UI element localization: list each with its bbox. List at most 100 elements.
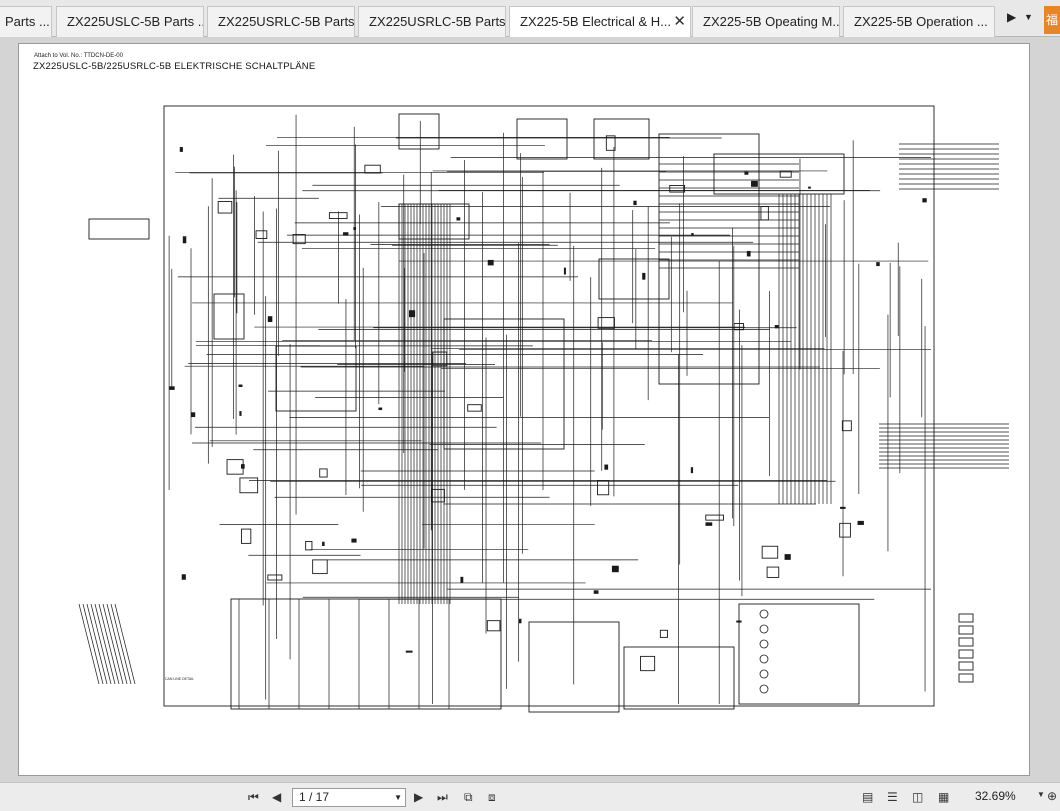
relay-cluster (275, 345, 357, 412)
component (808, 186, 811, 189)
continuous-page-icon[interactable]: ☰ (887, 788, 898, 806)
facing-page-icon[interactable]: ◫ (912, 788, 923, 806)
connector-block-left (230, 598, 502, 710)
plug-connector (958, 625, 974, 635)
sw-box-2 (593, 118, 650, 160)
tab-label: ZX225USRLC-5B Parts... (218, 14, 355, 29)
tab-list-icon[interactable]: ▼ (1024, 12, 1033, 22)
component (241, 464, 245, 469)
tab-label: ZX225-5B Electrical & H... (520, 14, 671, 29)
component (460, 576, 464, 583)
component (593, 590, 599, 594)
tab-label: ZX225USRLC-5B Parts... (369, 14, 506, 29)
component (408, 310, 416, 318)
component-box (241, 528, 252, 544)
component-box (267, 574, 283, 581)
round-connector (759, 639, 769, 649)
component-box (705, 514, 724, 521)
component (774, 325, 779, 329)
component (784, 554, 791, 560)
component (751, 180, 758, 187)
close-icon[interactable]: ✕ (673, 7, 686, 37)
single-page-icon[interactable]: ▤ (862, 788, 873, 806)
prev-page-icon[interactable]: ◀ (272, 788, 281, 806)
component (267, 316, 273, 323)
tab-zx225usrlc-parts-2[interactable]: ZX225USRLC-5B Parts... (358, 6, 506, 37)
tab-label: ZX225-5B Opeating M... (703, 14, 840, 29)
next-page-icon[interactable]: ▶ (414, 788, 423, 806)
component (744, 171, 749, 175)
bus-label: CAN LINE DETAIL (165, 677, 194, 681)
document-viewport[interactable]: Attach to Vol. No.: TTDCN-DE-00 ZX225USL… (0, 37, 1060, 782)
tab-bar: Parts ... ZX225USLC-5B Parts ... ZX225US… (0, 0, 1060, 38)
component-box (597, 480, 610, 496)
component (191, 412, 196, 418)
page-number-input[interactable]: 1 / 17 ▼ (292, 788, 406, 807)
main-harness-junction (443, 318, 565, 450)
horn-box (213, 293, 245, 340)
tab-opeating-manual[interactable]: ZX225-5B Opeating M... (692, 6, 840, 37)
tab-next-icon[interactable]: ▶ (1007, 10, 1016, 24)
component (343, 232, 349, 236)
zoom-dropdown-icon[interactable]: ▼ (1037, 790, 1045, 799)
schematic-frame (163, 105, 935, 707)
component-box (761, 545, 779, 559)
last-page-icon[interactable]: ⏭ (437, 788, 448, 806)
component (378, 407, 383, 411)
component-box (467, 404, 482, 412)
sw-box-1 (516, 118, 568, 160)
component (876, 262, 880, 267)
component (405, 650, 413, 653)
zoom-level[interactable]: 32.69% (975, 789, 1016, 803)
component (518, 618, 522, 624)
wire-bundle (78, 603, 100, 685)
page-number-value: 1 / 17 (299, 790, 330, 804)
connector-block-right (738, 603, 860, 705)
component-box (328, 212, 348, 219)
component-box (239, 477, 259, 494)
component (604, 464, 609, 470)
switch-panel (398, 203, 470, 240)
plug-connector (958, 649, 974, 659)
small-relay-box (598, 258, 670, 300)
component (351, 538, 357, 543)
pdf-page: Attach to Vol. No.: TTDCN-DE-00 ZX225USL… (18, 43, 1030, 776)
component (857, 520, 864, 525)
zoom-icon[interactable]: ⊕ (1047, 789, 1057, 803)
component (563, 267, 566, 275)
tab-operation[interactable]: ZX225-5B Operation ... (843, 6, 995, 37)
wiring-schematic: CAN LINE DETAIL (78, 105, 1009, 713)
chevron-down-icon[interactable]: ▼ (394, 789, 402, 806)
component-box (766, 566, 780, 578)
component-box (760, 206, 769, 221)
tab-label: ZX225USLC-5B Parts ... (67, 14, 204, 29)
component (179, 147, 183, 152)
first-page-icon[interactable]: ⏮ (248, 788, 259, 806)
key-switch (398, 113, 440, 150)
rotate-icon[interactable]: ⧉ (464, 788, 473, 806)
split-icon[interactable]: ⧈ (488, 788, 496, 806)
tab-zx225usrlc-parts-1[interactable]: ZX225USRLC-5B Parts... (207, 6, 355, 37)
plug-connector (958, 673, 974, 683)
component-box (841, 420, 852, 432)
continuous-facing-icon[interactable]: ▦ (938, 788, 949, 806)
round-connector (759, 609, 769, 619)
tab-electrical[interactable]: ZX225-5B Electrical & H... ✕ (509, 6, 691, 38)
plug-connector (958, 637, 974, 647)
wire-bundle (106, 603, 128, 685)
controller-ecu (658, 133, 760, 385)
component (169, 386, 175, 390)
tab-parts-0[interactable]: Parts ... (0, 6, 52, 37)
component (181, 574, 186, 580)
component (746, 250, 751, 257)
component (736, 620, 742, 623)
component (182, 236, 187, 244)
tab-zx225uslc-parts[interactable]: ZX225USLC-5B Parts ... (56, 6, 204, 37)
plug-connector (958, 613, 974, 623)
component-box (217, 201, 233, 214)
sensor-box-1 (88, 218, 150, 240)
component (487, 259, 494, 266)
wire-bundle (110, 603, 132, 685)
wire-bundle (82, 603, 104, 685)
round-connector (759, 684, 769, 694)
